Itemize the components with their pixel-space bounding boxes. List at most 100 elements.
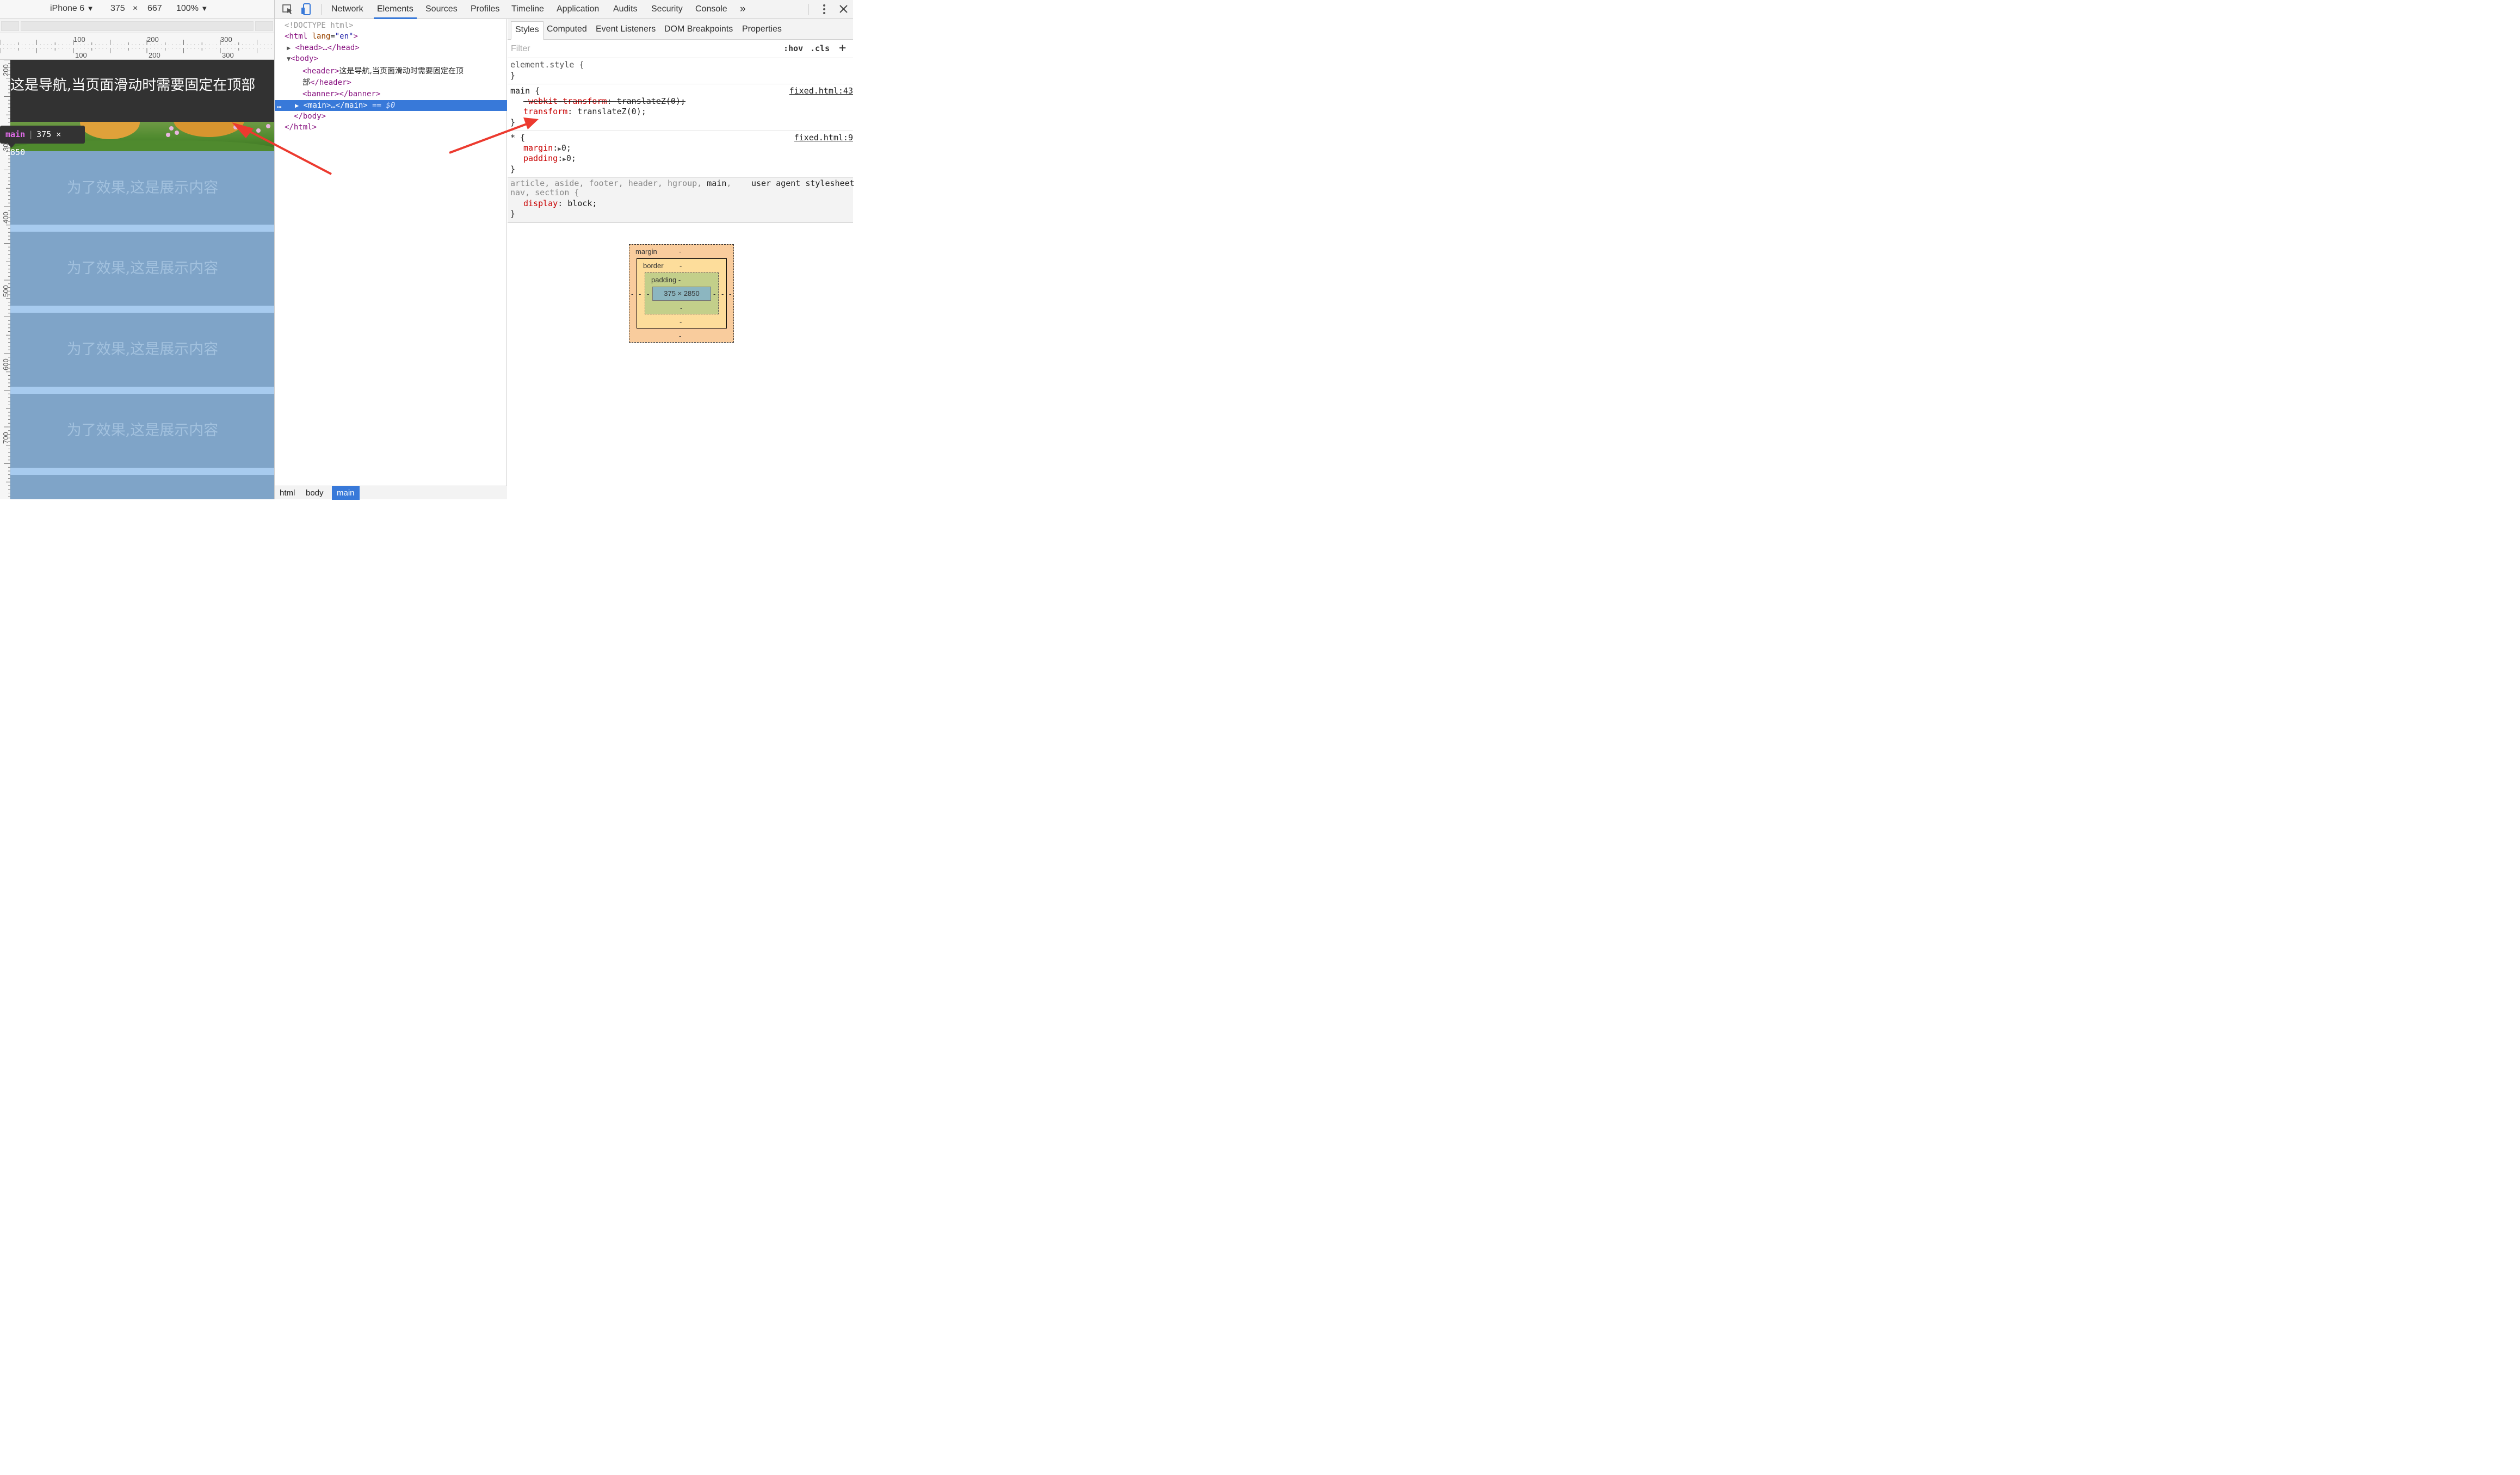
box-model-border-top[interactable]: -: [680, 262, 682, 270]
expand-triangle-icon[interactable]: ▶: [295, 102, 299, 109]
box-model-content[interactable]: 375 × 2850: [652, 287, 711, 301]
rule-source-link[interactable]: fixed.html:43: [789, 86, 853, 96]
dom-node-header[interactable]: <header>这是导航,当页面滑动时需要固定在顶: [302, 66, 464, 77]
media-query-segment[interactable]: [21, 21, 254, 31]
box-model-padding-right[interactable]: -: [713, 290, 715, 298]
media-query-bar[interactable]: [0, 19, 274, 33]
box-model-padding-top[interactable]: -: [678, 276, 681, 284]
content-block: [10, 475, 274, 499]
device-height-input[interactable]: 667: [147, 4, 162, 14]
dom-node-banner[interactable]: <banner></banner>: [302, 89, 380, 100]
element-highlight-tooltip: main | 375 × 2850: [0, 126, 85, 157]
tab-properties[interactable]: Properties: [738, 21, 786, 40]
style-rule-main[interactable]: main { fixed.html:43 -webkit-transform: …: [508, 84, 853, 131]
text-node: 部: [302, 78, 310, 87]
more-tabs-icon[interactable]: »: [740, 0, 746, 19]
expand-triangle-icon[interactable]: ▶: [563, 156, 566, 163]
box-model-border-left[interactable]: -: [639, 290, 641, 298]
dom-node-main[interactable]: ▶ <main>…</main> == $0: [295, 100, 395, 111]
tab-security[interactable]: Security: [651, 0, 683, 19]
expand-triangle-icon[interactable]: ▶: [287, 44, 291, 52]
box-model-padding-bottom[interactable]: -: [680, 304, 682, 312]
tab-computed[interactable]: Computed: [543, 21, 591, 40]
box-model-border-right[interactable]: -: [721, 290, 724, 298]
rule-selector: main {: [510, 86, 540, 96]
tab-styles[interactable]: Styles: [511, 21, 543, 40]
devtools-toolbar: Network Elements Sources Profiles Timeli…: [275, 0, 853, 19]
selector-match: main: [707, 178, 727, 188]
tab-event-listeners[interactable]: Event Listeners: [592, 21, 659, 40]
style-rule-universal[interactable]: * { fixed.html:9 margin:▶0; padding:▶0; …: [508, 131, 853, 178]
box-model-margin-bottom[interactable]: -: [679, 332, 681, 340]
dom-node-head[interactable]: ▶ <head>…</head>: [287, 42, 360, 53]
dom-node-body[interactable]: ▼<body>: [287, 53, 318, 64]
dom-node-header-cont[interactable]: 部</header>: [302, 77, 351, 88]
rule-source: user agent stylesheet: [751, 178, 855, 188]
box-model-margin-top[interactable]: -: [679, 247, 681, 256]
breadcrumb: html body main: [275, 486, 507, 500]
tab-dom-breakpoints[interactable]: DOM Breakpoints: [660, 21, 737, 40]
box-model-padding-label: padding -: [651, 276, 681, 284]
style-rule-element[interactable]: element.style { }: [508, 58, 853, 84]
dom-doctype[interactable]: <!DOCTYPE html>: [285, 20, 353, 31]
content-gap: [10, 387, 274, 394]
content-block: 为了效果,这是展示内容: [10, 394, 274, 468]
box-model-border-bottom[interactable]: -: [680, 318, 682, 326]
style-declaration-overridden[interactable]: -webkit-transform: translateZ(0);: [523, 96, 685, 107]
box-model-margin-left[interactable]: -: [631, 290, 633, 298]
expand-triangle-icon[interactable]: ▶: [558, 145, 561, 152]
row-ellipsis-icon[interactable]: …: [277, 100, 281, 111]
tab-network[interactable]: Network: [331, 0, 363, 19]
device-select[interactable]: iPhone 6 ▼: [50, 4, 94, 14]
property-name: transform: [523, 107, 568, 116]
style-declaration[interactable]: margin:▶0;: [523, 143, 571, 153]
tab-profiles[interactable]: Profiles: [471, 0, 499, 19]
tab-application[interactable]: Application: [557, 0, 599, 19]
dom-node-body-close[interactable]: </body>: [294, 111, 326, 122]
box-model-padding-left[interactable]: -: [647, 290, 649, 298]
ruler-label: 500: [2, 285, 10, 297]
dom-node-html[interactable]: <html lang="en">: [285, 31, 358, 42]
cls-toggle[interactable]: .cls: [810, 44, 830, 53]
selected-dom-row[interactable]: … ▶ <main>…</main> == $0: [275, 100, 507, 111]
tab-audits[interactable]: Audits: [613, 0, 637, 19]
inspect-element-icon[interactable]: [281, 3, 294, 15]
breadcrumb-html[interactable]: html: [275, 486, 300, 500]
device-mode-icon[interactable]: [300, 3, 313, 15]
style-declaration[interactable]: padding:▶0;: [523, 153, 576, 164]
tab-console[interactable]: Console: [695, 0, 727, 19]
box-model-border-label: border: [643, 262, 664, 270]
attr-value: "en": [335, 32, 354, 41]
ruler-label: 700: [2, 432, 10, 444]
chevron-down-icon: ▼: [201, 4, 208, 13]
media-query-segment[interactable]: [255, 21, 273, 31]
horizontal-ruler: 100 200 300 100 200 300: [0, 33, 274, 60]
style-declaration[interactable]: transform: translateZ(0);: [523, 107, 646, 117]
tag-text: <body>: [291, 54, 318, 63]
media-query-segment[interactable]: [1, 21, 19, 31]
dom-node-html-close[interactable]: </html>: [285, 122, 317, 133]
rule-selector-cont: nav, section {: [510, 188, 579, 197]
ruler-label: 100: [75, 51, 87, 59]
ruler-label: 100: [73, 35, 85, 44]
device-width-input[interactable]: 375: [110, 4, 125, 14]
styles-filter-input[interactable]: [511, 42, 739, 55]
add-rule-icon[interactable]: +: [839, 41, 846, 55]
tab-timeline[interactable]: Timeline: [511, 0, 544, 19]
tooltip-tag: main: [5, 129, 26, 139]
toolbar-divider: [808, 4, 809, 15]
zoom-select[interactable]: 100% ▼: [176, 4, 208, 14]
kebab-menu-icon[interactable]: [818, 3, 831, 15]
breadcrumb-main[interactable]: main: [332, 486, 360, 500]
close-icon[interactable]: [837, 3, 850, 15]
rule-close: }: [510, 117, 516, 127]
rule-source-link[interactable]: fixed.html:9: [794, 133, 853, 143]
box-model-margin-right[interactable]: -: [729, 290, 731, 298]
attr-name: lang: [312, 32, 331, 41]
content-gap: [10, 468, 274, 475]
tab-elements[interactable]: Elements: [374, 0, 417, 19]
tab-sources[interactable]: Sources: [425, 0, 458, 19]
hov-toggle[interactable]: :hov: [783, 44, 803, 53]
breadcrumb-body[interactable]: body: [301, 486, 329, 500]
sidebar-tabs: Styles Computed Event Listeners DOM Brea…: [508, 19, 853, 40]
